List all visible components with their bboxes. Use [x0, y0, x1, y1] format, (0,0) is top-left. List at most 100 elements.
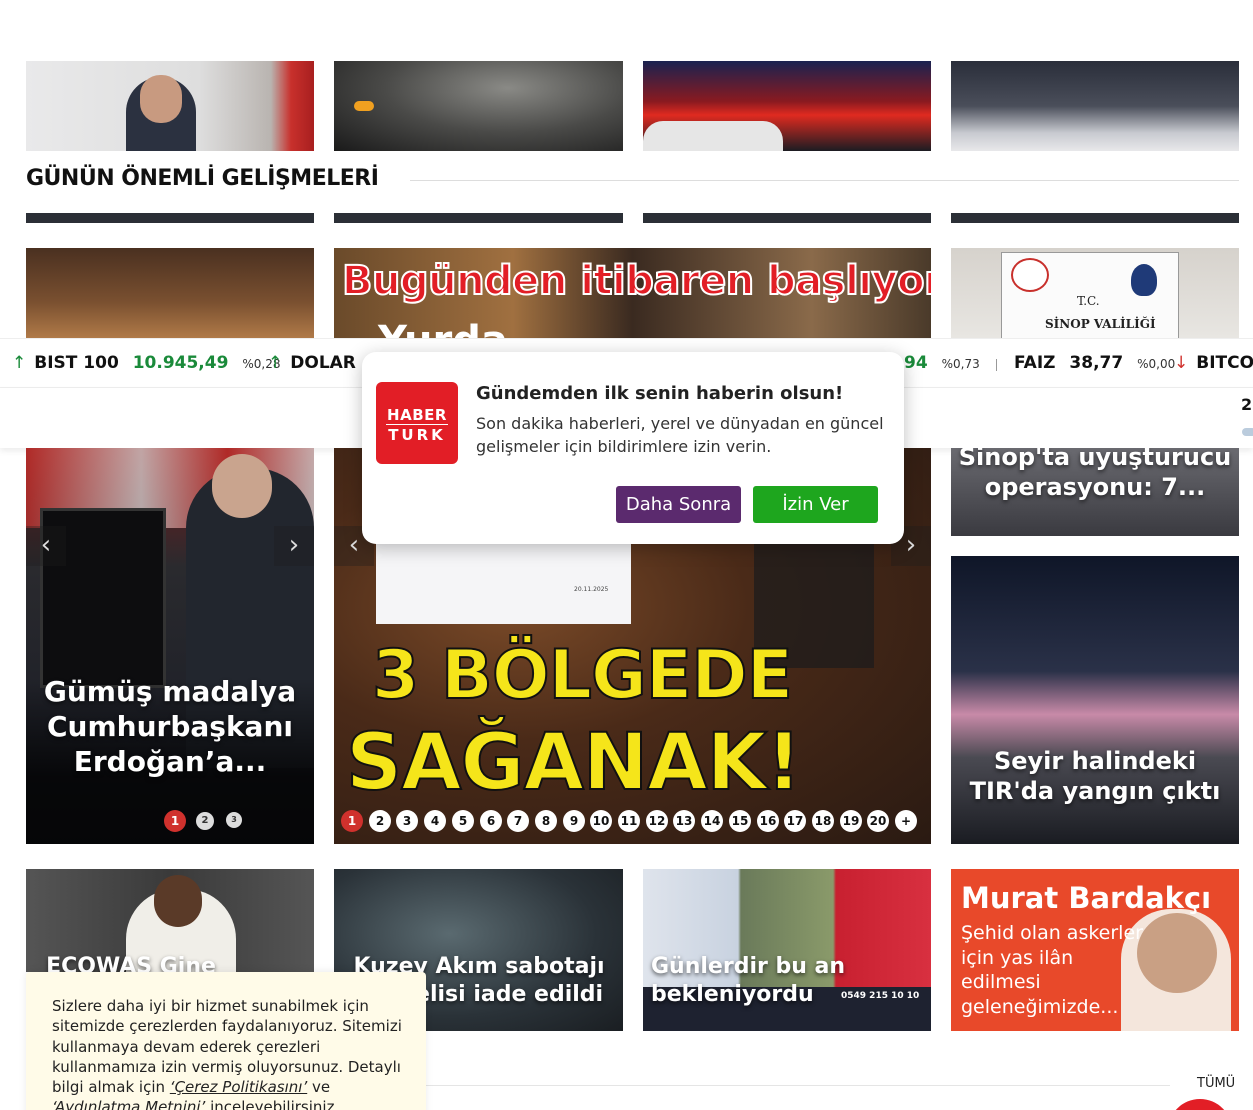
slider-main-dot-3[interactable]: 3: [396, 810, 418, 832]
ecowas-headline[interactable]: ECOWAS Gine: [26, 953, 236, 972]
all-link[interactable]: TÜMÜ: [1197, 1076, 1235, 1091]
slider-main-dot-5[interactable]: 5: [452, 810, 474, 832]
slider-main-dot-13[interactable]: 13: [673, 810, 695, 832]
card-strip-1: [26, 213, 314, 223]
cookie-policy-link[interactable]: ‘Çerez Politikasını’: [170, 1078, 307, 1096]
card-strip-4: [951, 213, 1239, 223]
bottom-divider: [420, 1085, 1170, 1086]
slider-main-dot-8[interactable]: 8: [535, 810, 557, 832]
slider-main-dot-18[interactable]: 18: [812, 810, 834, 832]
gunler-headline[interactable]: Günlerdir bu an bekleniyordu: [651, 953, 851, 1008]
notification-title: Gündemden ilk senin haberin olsun!: [476, 383, 844, 404]
section-divider: [410, 180, 1239, 181]
slider-main-dot-11[interactable]: 11: [618, 810, 640, 832]
ticker-bitcoin-label: BITCO: [1196, 353, 1253, 373]
slider-main-dot-17[interactable]: 17: [784, 810, 806, 832]
cookie-text-after: inceleyebilirsiniz.: [205, 1098, 340, 1110]
gunler-phone: 0549 215 10 10: [841, 991, 920, 1001]
slider-main-dot-16[interactable]: 16: [757, 810, 779, 832]
ticker-faiz-value: 38,77: [1069, 353, 1124, 373]
notification-permission-popup: HABER TURK Gündemden ilk senin haberin o…: [362, 352, 904, 544]
ticker-item-dolar[interactable]: ↑ DOLAR: [268, 353, 356, 373]
sinop-label-valilik: SİNOP VALİLİĞİ: [1045, 317, 1156, 331]
news-card-ecowas[interactable]: ECOWAS Gine: [26, 869, 314, 972]
allow-button[interactable]: İzin Ver: [753, 486, 878, 523]
news-card-bardakci[interactable]: Murat Bardakçı Şehid olan askerler için …: [951, 869, 1239, 1031]
ticker-partial-pct: %0,73: [941, 357, 980, 371]
ticker-item-faiz[interactable]: FAIZ 38,77 %0,00: [1014, 353, 1175, 373]
news-card-crowd[interactable]: [951, 61, 1239, 151]
slider-left-dot-1[interactable]: 1: [164, 810, 186, 832]
banner-subline: Yurda: [378, 318, 508, 338]
bardakci-text: Şehid olan askerler için yas ilân edilme…: [961, 922, 1143, 1019]
news-card-ceiling[interactable]: [26, 248, 314, 338]
slider-main-dot-15[interactable]: 15: [729, 810, 751, 832]
ticker-faiz-pct: %0,00: [1137, 357, 1176, 371]
cookie-notice: Sizlere daha iyi bir hizmet sunabilmek i…: [26, 972, 426, 1110]
cookie-text: Sizlere daha iyi bir hizmet sunabilmek i…: [52, 996, 402, 1110]
news-card-fire[interactable]: [334, 61, 623, 151]
news-card-gunler[interactable]: 0549 215 10 10 Günlerdir bu an bekleniyo…: [643, 869, 931, 1031]
card-strip-2: [334, 213, 623, 223]
slider-main-dot-19[interactable]: 19: [840, 810, 862, 832]
slider-left-next-button[interactable]: ›: [274, 526, 314, 566]
ticker-item-partial[interactable]: 94 %0,73: [904, 353, 980, 373]
slider-main-dot-4[interactable]: 4: [424, 810, 446, 832]
slider-main-more-button[interactable]: +: [895, 810, 917, 832]
slider-main-dot-7[interactable]: 7: [507, 810, 529, 832]
slider-main-dot-2[interactable]: 2: [369, 810, 391, 832]
red-circle-button[interactable]: [1168, 1099, 1232, 1110]
arrow-up-icon: ↑: [268, 353, 283, 373]
news-card-minister[interactable]: [26, 61, 314, 151]
tir-headline[interactable]: Seyir halindeki TIR'da yangın çıktı: [955, 746, 1235, 806]
slider-main-dot-1[interactable]: 1: [341, 810, 363, 832]
news-card-tir[interactable]: Seyir halindeki TIR'da yangın çıktı: [951, 556, 1239, 844]
ticker-bist-value: 10.945,49: [132, 353, 229, 373]
ticker-partial-value: 94: [904, 353, 928, 373]
cloud-icon: [1242, 428, 1253, 436]
sinop-headline[interactable]: Sinop'ta uyuşturucu operasyonu: 7...: [957, 448, 1233, 502]
ticker-item-bist[interactable]: ↑ BIST 100 10.945,49 %0,28: [12, 353, 280, 373]
page: GÜNÜN ÖNEMLİ GELİŞMELERİ Bugünden itibar…: [0, 0, 1253, 1110]
logo-bottom-text: TURK: [386, 424, 448, 444]
news-card-sinop[interactable]: Sinop'ta uyuşturucu operasyonu: 7...: [951, 448, 1239, 536]
sinop-label-tc: T.C.: [1077, 294, 1100, 308]
slider-left[interactable]: ‹ › Gümüş madalya Cumhurbaşkanı Erdoğan’…: [26, 448, 314, 844]
slider-left-prev-button[interactable]: ‹: [26, 526, 66, 566]
slider-main-dot-14[interactable]: 14: [701, 810, 723, 832]
bardakci-name: Murat Bardakçı: [961, 881, 1212, 915]
ticker-faiz-label: FAIZ: [1014, 353, 1056, 373]
privacy-notice-link[interactable]: ‘Aydınlatma Metnini’: [52, 1098, 205, 1110]
slider-main-dot-20[interactable]: 20: [867, 810, 889, 832]
slider-left-dot-2[interactable]: 2: [196, 812, 214, 830]
notification-text: Son dakika haberleri, yerel ve dünyadan …: [476, 414, 884, 457]
slider-main-dot-12[interactable]: 12: [646, 810, 668, 832]
slider-main-dots: 1 2 3 4 5 6 7 8 9 10 11 12 13 14 15 16 17 18 19 20 +: [341, 810, 926, 834]
ticker-bist-label: BIST 100: [34, 353, 119, 373]
logo-top-text: HABER: [387, 406, 447, 424]
subbar-text: 2: [1241, 395, 1253, 414]
section-title: GÜNÜN ÖNEMLİ GELİŞMELERİ: [26, 166, 387, 191]
banner-card[interactable]: Bugünden itibaren başlıyor Yurda: [334, 248, 931, 338]
slider-main-dot-10[interactable]: 10: [590, 810, 612, 832]
cookie-text-mid: ve: [307, 1078, 331, 1096]
card-strip-3: [643, 213, 931, 223]
police-emblem-icon: [1131, 264, 1157, 296]
banner-headline: Bugünden itibaren başlıyor: [341, 257, 931, 305]
arrow-down-icon: ↓: [1174, 353, 1189, 373]
ticker-dolar-label: DOLAR: [290, 353, 356, 373]
erdogan-headline[interactable]: Gümüş madalya Cumhurbaşkanı Erdoğan’a...: [34, 674, 306, 779]
news-card-police[interactable]: [643, 61, 931, 151]
slider-main-dot-6[interactable]: 6: [480, 810, 502, 832]
later-button[interactable]: Daha Sonra: [616, 486, 741, 523]
ticker-separator: [996, 359, 997, 371]
haberturk-logo: HABER TURK: [376, 382, 458, 464]
sinop-emblem-icon: [1011, 258, 1049, 292]
news-card-sinop-top[interactable]: T.C. SİNOP VALİLİĞİ: [951, 248, 1239, 338]
weather-line-1: 3 BÖLGEDE: [371, 635, 794, 716]
slider-main-dot-9[interactable]: 9: [563, 810, 585, 832]
slider-left-dot-3[interactable]: 3: [226, 812, 242, 828]
weather-map-date: 20.11.2025: [574, 586, 609, 593]
weather-line-2: SAĞANAK!: [345, 717, 803, 809]
ticker-item-bitcoin[interactable]: ↓ BITCO: [1174, 353, 1253, 373]
